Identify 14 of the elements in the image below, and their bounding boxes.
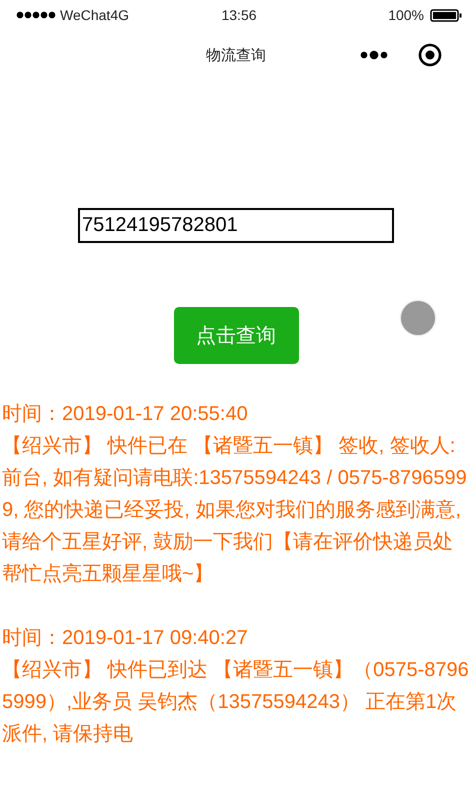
carrier-name: WeChat4G bbox=[60, 7, 129, 23]
record-detail: 【绍兴市】 快件已到达 【诸暨五一镇】（0575-87965999）,业务员 吴钧杰（13575594243） 正在第1次派件, 请保持电 bbox=[2, 658, 470, 747]
close-icon[interactable] bbox=[418, 43, 442, 67]
page-title: 物流查询 bbox=[206, 46, 266, 64]
floating-button[interactable] bbox=[401, 301, 435, 335]
battery-icon bbox=[430, 8, 462, 22]
clock-time: 13:56 bbox=[221, 7, 257, 23]
record-time: 时间：2019-01-17 20:55:40 bbox=[2, 402, 249, 427]
tracking-number-field[interactable]: 75124195782801 bbox=[78, 208, 394, 243]
signal-icon bbox=[16, 11, 56, 19]
record-detail: 【绍兴市】 快件已在 【诸暨五一镇】 签收, 签收人: 前台, 如有疑问请电联:13575594243 / 0575-87965999, 您的快递已经妥投, 如果您对我们的服务感到满意, 请给个五星好评, 鼓励一下我们【请在评价快递员处帮忙点亮五颗星星哦~】 bbox=[2, 434, 468, 587]
more-icon[interactable] bbox=[360, 50, 388, 60]
record-time: 时间：2019-01-17 09:40:27 bbox=[2, 626, 249, 651]
battery-percent: 100% bbox=[388, 7, 424, 23]
